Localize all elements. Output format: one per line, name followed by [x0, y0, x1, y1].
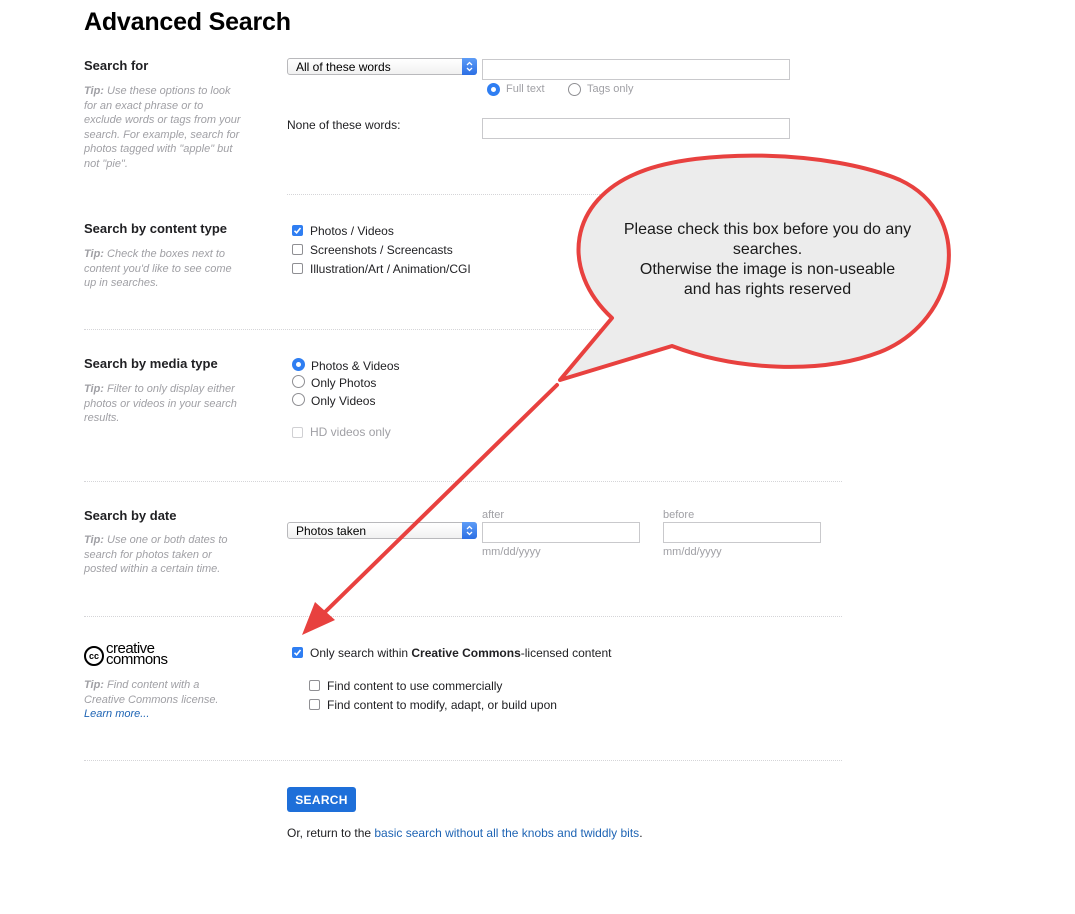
callout-line: searches.: [732, 241, 803, 258]
annotation-overlay: [302, 153, 951, 635]
annotation-arrow-line: [320, 383, 559, 617]
callout-text: Please check this box before you do any …: [600, 220, 935, 300]
callout-line: Please check this box before you do any: [623, 221, 912, 238]
callout-line: Otherwise the image is non-useable: [639, 261, 896, 278]
callout-line: and has rights reserved: [683, 281, 852, 298]
